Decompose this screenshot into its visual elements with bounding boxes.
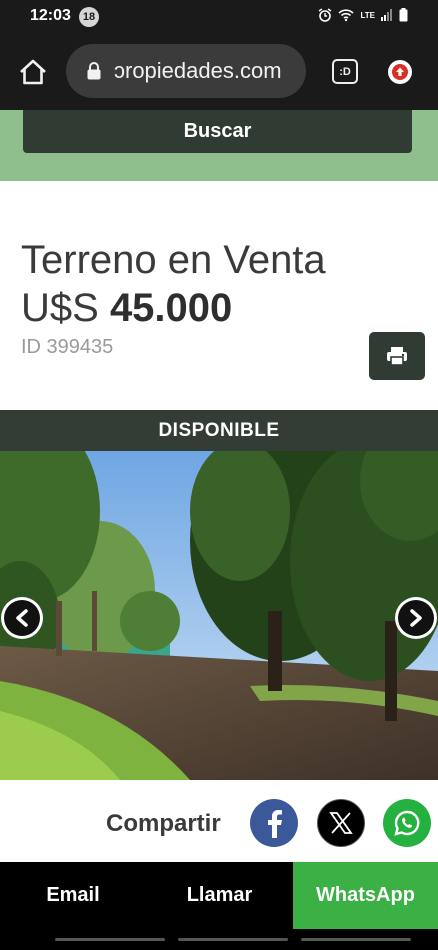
share-label: Compartir: [106, 810, 221, 837]
chevron-right-icon: [410, 609, 422, 627]
email-button[interactable]: Email: [0, 862, 146, 929]
x-icon: [329, 812, 353, 834]
arrow-up-icon: [392, 64, 408, 80]
share-facebook-button[interactable]: [250, 799, 298, 847]
update-button[interactable]: [388, 60, 412, 84]
search-section: Buscar: [0, 110, 438, 181]
status-time: 12:03: [30, 7, 71, 24]
contact-action-bar: Email Llamar WhatsApp: [0, 862, 438, 929]
whatsapp-button[interactable]: WhatsApp: [293, 862, 438, 929]
nav-recents-handle[interactable]: [55, 938, 165, 941]
signal-icon: [381, 9, 392, 21]
facebook-icon: [268, 810, 282, 838]
property-title: Terreno en Venta: [21, 238, 326, 282]
chevron-left-icon: [16, 609, 28, 627]
print-icon: [387, 347, 407, 366]
wifi-icon: [338, 9, 355, 22]
property-price: U$S 45.000: [21, 286, 232, 331]
share-x-button[interactable]: [317, 799, 365, 847]
status-icons: LTE: [318, 8, 408, 22]
url-text: ɔropiedades.com: [114, 58, 282, 83]
browser-toolbar: ɔropiedades.com :D: [0, 34, 438, 110]
url-bar[interactable]: ɔropiedades.com: [66, 44, 306, 98]
price-currency: U$S: [21, 286, 99, 330]
notification-count-badge: 18: [79, 7, 99, 27]
share-whatsapp-button[interactable]: [383, 799, 431, 847]
availability-status: DISPONIBLE: [0, 410, 438, 451]
tab-switcher-button[interactable]: :D: [332, 59, 358, 84]
lock-icon: [87, 62, 101, 80]
property-id: ID 399435: [21, 336, 114, 358]
nav-home-handle[interactable]: [178, 938, 288, 941]
price-amount: 45.000: [109, 286, 233, 330]
call-button[interactable]: Llamar: [146, 862, 293, 929]
nav-back-handle[interactable]: [301, 938, 411, 941]
alarm-icon: [319, 8, 332, 22]
next-photo-button[interactable]: [395, 597, 437, 639]
home-button[interactable]: [16, 56, 50, 88]
status-bar: 12:03 18 LTE: [0, 0, 438, 34]
land-photo-illustration: [0, 451, 438, 780]
battery-icon: [399, 8, 408, 22]
property-photo: [0, 451, 438, 780]
previous-photo-button[interactable]: [1, 597, 43, 639]
search-button[interactable]: Buscar: [23, 110, 412, 153]
home-icon: [20, 59, 46, 85]
share-section: Compartir: [0, 780, 438, 862]
whatsapp-icon: [394, 810, 420, 836]
network-type-label: LTE: [360, 10, 375, 20]
print-button[interactable]: [369, 332, 425, 380]
system-navigation-bar: [0, 929, 438, 950]
